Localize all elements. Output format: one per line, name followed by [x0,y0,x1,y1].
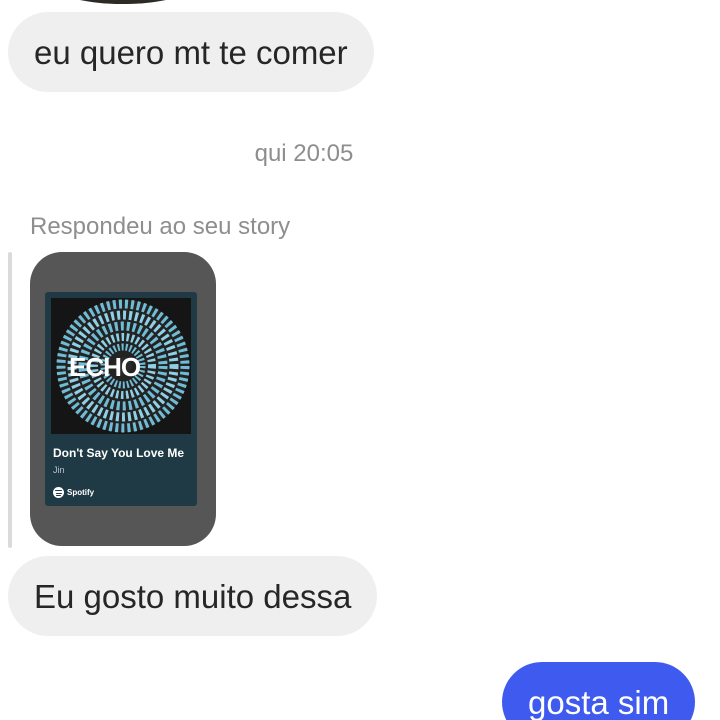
message-timestamp: qui 20:05 [0,140,712,168]
story-preview[interactable]: ECHO Don't Say You Love Me Jin Spotify [30,252,216,546]
chat-thread: eu quero mt te comer qui 20:05 Respondeu… [0,0,720,720]
artist-name: Jin [53,465,65,475]
spotify-label: Spotify [67,488,95,497]
message-text: Eu gosto muito dessa [34,577,352,615]
album-cover: ECHO [51,298,191,434]
message-text: gosta sim [528,684,670,720]
song-title: Don't Say You Love Me [53,446,185,460]
message-bubble-outgoing[interactable]: gosta sim [502,662,696,720]
album-logo-text: ECHO [69,352,141,382]
message-text: eu quero mt te comer [34,33,348,71]
timestamp-text: qui 20:05 [254,140,354,167]
spotify-icon [53,487,64,498]
spotify-branding: Spotify [53,487,94,498]
reply-indicator-bar [8,252,12,548]
message-bubble-incoming[interactable]: Eu gosto muito dessa [8,556,378,636]
story-reply-label: Respondeu ao seu story [30,213,291,240]
shared-image-cropped[interactable] [48,0,198,4]
album-art-image: ECHO [51,298,191,434]
spotify-share-card[interactable]: ECHO Don't Say You Love Me Jin Spotify [45,292,197,506]
message-bubble-incoming[interactable]: eu quero mt te comer [8,12,374,92]
